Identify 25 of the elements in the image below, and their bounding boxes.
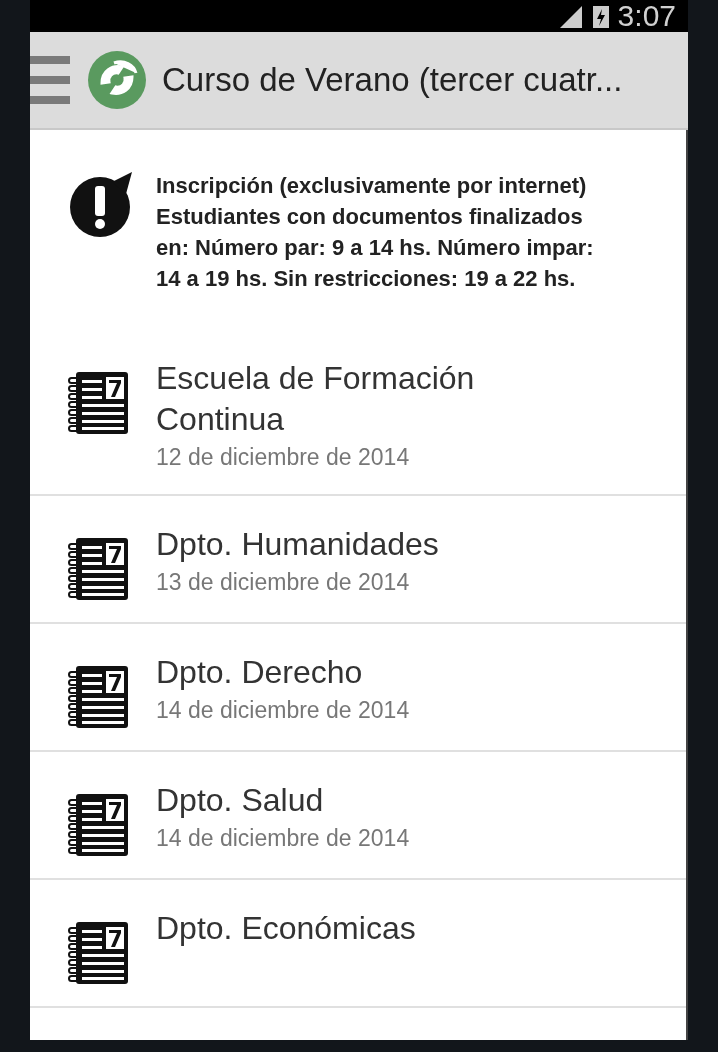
calendar-icon (68, 920, 130, 986)
event-title: Dpto. Económicas (156, 909, 417, 948)
event-title: Dpto. Derecho (156, 653, 364, 692)
event-date: 14 de diciembre de 2014 (156, 824, 411, 853)
event-item[interactable]: Dpto. Económicas (30, 880, 686, 1008)
event-title: Escuela de Formación Continua (156, 359, 476, 439)
event-item[interactable]: Escuela de Formación Continua 12 de diciembre de 2014 (30, 330, 686, 496)
calendar-icon (68, 792, 130, 858)
event-date: 14 de diciembre de 2014 (156, 696, 411, 725)
event-date: 12 de diciembre de 2014 (156, 443, 411, 472)
notice-text: Inscripción (exclusivamente por internet) Estudiantes con documentos finalizados en: Número par: 9 a 14 hs. Número impar: 14 a 19 hs. Sin restricciones: 19 a 22 hs. (156, 172, 595, 293)
calendar-icon (68, 536, 130, 602)
screen-title: Curso de Verano (tercer cuatr... (162, 60, 623, 101)
calendar-icon (68, 370, 130, 436)
event-title: Dpto. Humanidades (156, 525, 440, 564)
calendar-icon (68, 664, 130, 730)
status-time: 3:07 (617, 1, 676, 31)
event-item[interactable]: Dpto. Salud 14 de diciembre de 2014 (30, 752, 686, 880)
alert-icon (68, 172, 134, 238)
logo-icon[interactable] (88, 51, 146, 109)
battery-icon (591, 4, 610, 28)
event-title: Dpto. Salud (156, 781, 325, 820)
event-item[interactable]: Dpto. Derecho 14 de diciembre de 2014 (30, 624, 686, 752)
event-date: 13 de diciembre de 2014 (156, 568, 411, 597)
event-item[interactable]: Dpto. Humanidades 13 de diciembre de 2014 (30, 496, 686, 624)
